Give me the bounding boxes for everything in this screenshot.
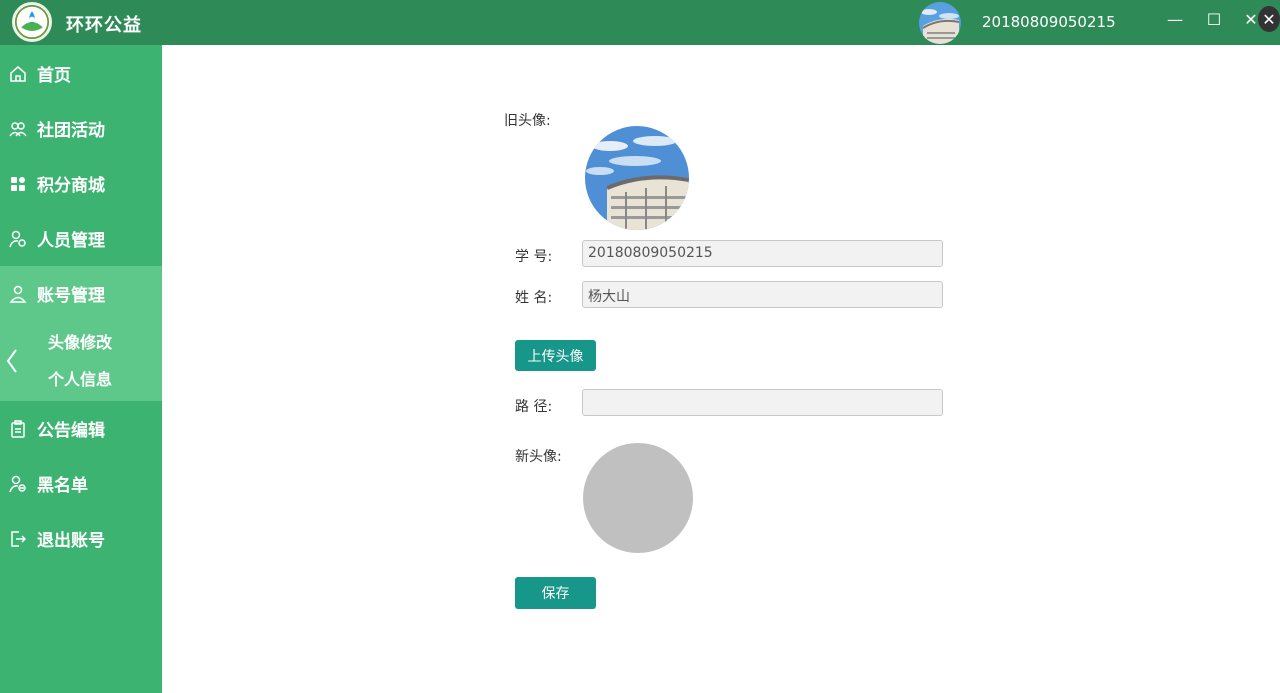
name-label: 姓 名: (515, 290, 553, 306)
save-button[interactable]: 保存 (515, 577, 596, 609)
user-settings-icon (8, 229, 28, 249)
sidebar-item-label: 积分商城 (37, 176, 105, 196)
logout-icon (8, 529, 28, 549)
sidebar-item-personnel[interactable]: 人员管理 (0, 211, 162, 266)
path-label: 路 径: (515, 399, 553, 415)
account-submenu: 头像修改 个人信息 (0, 321, 162, 401)
name-field[interactable]: 杨大山 (582, 281, 943, 308)
sidebar-item-activities[interactable]: 社团活动 (0, 101, 162, 156)
student-id-field[interactable]: 20180809050215 (582, 240, 943, 267)
submenu-item-profile[interactable]: 个人信息 (48, 366, 112, 390)
path-field[interactable] (582, 389, 943, 416)
sidebar-item-home[interactable]: 首页 (0, 46, 162, 101)
user-blocked-icon (8, 474, 28, 494)
group-icon (8, 119, 28, 139)
title-bar: 环环公益 20180809050215 — ☐ ✕ ✕ (0, 0, 1280, 45)
new-avatar-placeholder (583, 443, 693, 553)
sidebar-item-label: 公告编辑 (37, 421, 105, 441)
sidebar-item-label: 账号管理 (37, 286, 105, 306)
home-icon (8, 64, 28, 84)
sidebar-item-label: 人员管理 (37, 231, 105, 251)
old-avatar-image (585, 126, 689, 230)
sidebar-item-label: 退出账号 (37, 531, 105, 551)
sidebar-item-points-mall[interactable]: 积分商城 (0, 156, 162, 211)
sidebar-item-label: 首页 (37, 66, 71, 86)
user-icon (8, 284, 28, 304)
app-logo-icon (12, 2, 52, 42)
clipboard-icon (8, 419, 28, 439)
student-id-label: 学 号: (515, 249, 553, 265)
app-title: 环环公益 (66, 15, 142, 36)
minimize-button[interactable]: — (1164, 8, 1186, 30)
close-icon[interactable]: ✕ (1258, 6, 1280, 32)
sidebar-item-announcements[interactable]: 公告编辑 (0, 401, 162, 456)
submenu-item-avatar[interactable]: 头像修改 (48, 329, 112, 353)
chevron-left-icon[interactable] (4, 347, 20, 375)
sidebar-item-label: 黑名单 (37, 476, 88, 496)
sidebar: 首页 社团活动 积分商城 人员管理 账号管理 头像修改 个人信息 公告编辑 黑名… (0, 45, 162, 693)
sidebar-item-account[interactable]: 账号管理 (0, 266, 162, 321)
apps-icon (8, 174, 28, 194)
upload-avatar-button[interactable]: 上传头像 (515, 340, 596, 371)
user-avatar[interactable] (919, 2, 961, 44)
top-user-id: 20180809050215 (982, 13, 1116, 31)
old-avatar-label: 旧头像: (504, 113, 551, 129)
sidebar-item-label: 社团活动 (37, 121, 105, 141)
sidebar-item-logout[interactable]: 退出账号 (0, 511, 162, 566)
new-avatar-label: 新头像: (515, 449, 562, 465)
sidebar-item-blacklist[interactable]: 黑名单 (0, 456, 162, 511)
maximize-button[interactable]: ☐ (1203, 8, 1225, 30)
